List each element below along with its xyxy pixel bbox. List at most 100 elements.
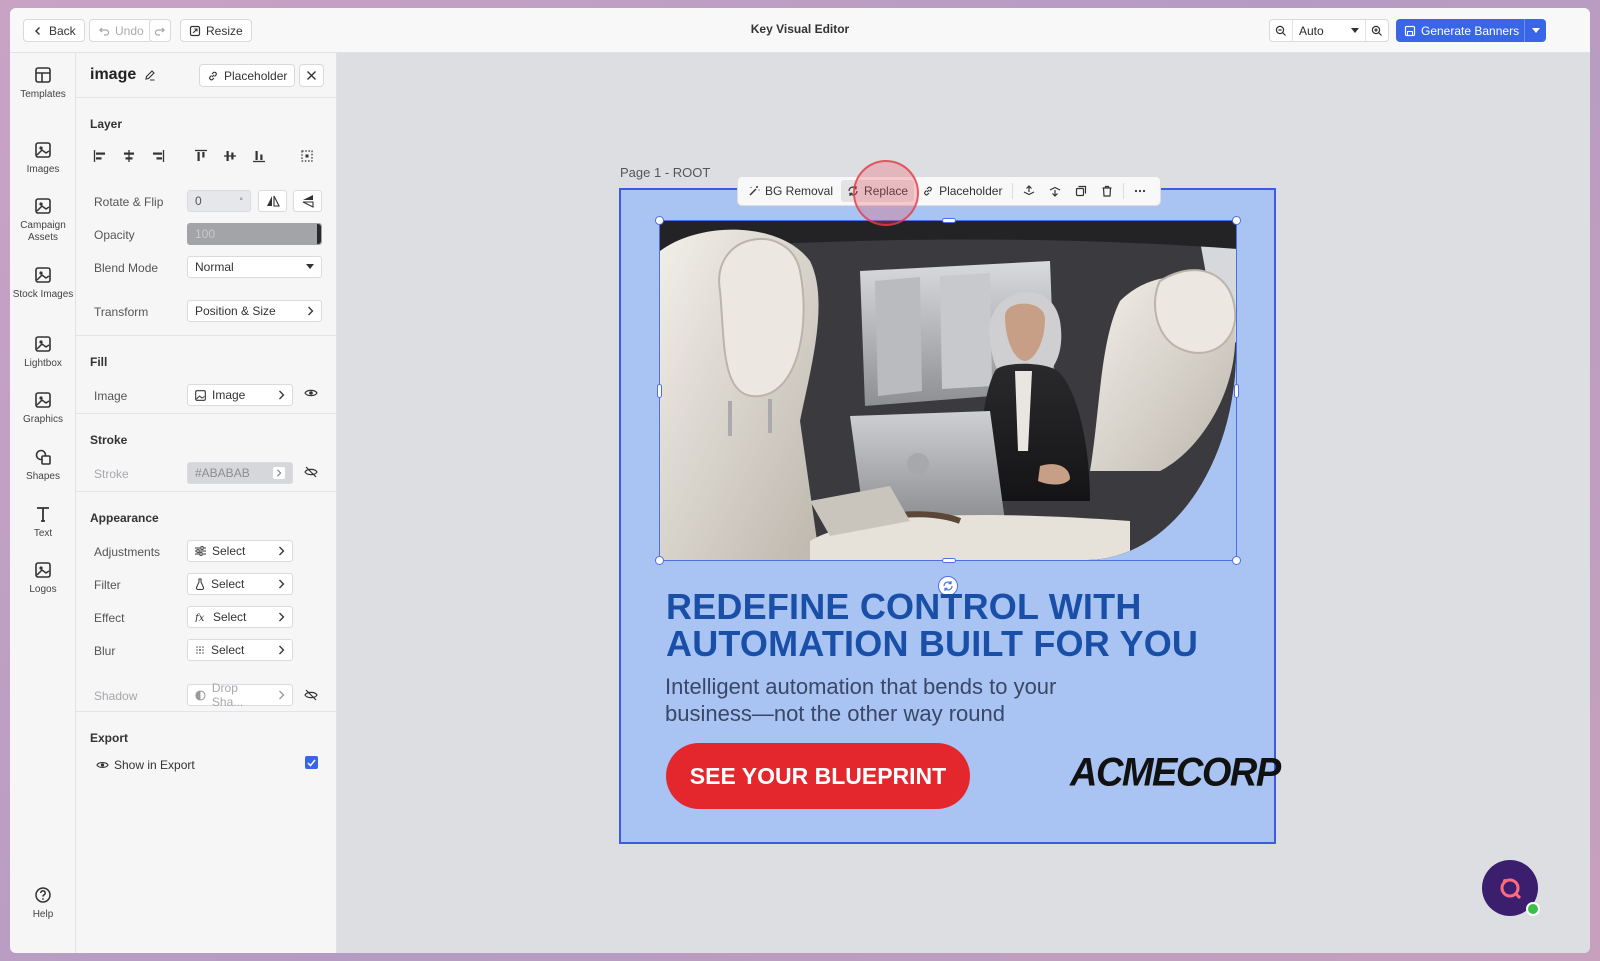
stroke-color-button[interactable]: #ABABAB [187, 462, 293, 484]
zoom-out-button[interactable] [1270, 20, 1292, 41]
top-bar: Back Undo Resize Key Visual Editor Auto [10, 8, 1590, 53]
fill-image-button[interactable]: Image [187, 384, 293, 406]
toolbar-placeholder-button[interactable]: Placeholder [916, 180, 1008, 202]
support-chat-button[interactable] [1482, 860, 1540, 916]
placeholder-button[interactable]: Placeholder [199, 64, 296, 87]
close-panel-button[interactable] [299, 64, 324, 87]
rail-item-images[interactable]: Images [10, 140, 76, 176]
adjustments-select[interactable]: Select [187, 540, 293, 562]
adjustments-label: Adjustments [94, 545, 161, 559]
distribute-button[interactable] [300, 149, 314, 163]
pencil-icon[interactable] [144, 69, 156, 81]
more-options-button[interactable] [1128, 180, 1152, 202]
transform-button[interactable]: Position & Size [187, 300, 322, 322]
rail-item-graphics[interactable]: Graphics [10, 390, 76, 426]
banner-subline[interactable]: Intelligent automation that bends to you… [665, 673, 1135, 727]
resize-handle-top[interactable] [942, 218, 956, 223]
export-section: Export Show in Export [76, 712, 336, 792]
online-status-dot [1526, 902, 1540, 916]
duplicate-button[interactable] [1069, 180, 1093, 202]
caret-down-icon [1351, 27, 1359, 33]
resize-handle-top-left[interactable] [655, 216, 664, 225]
fill-image-label: Image [94, 389, 128, 403]
image-icon [35, 267, 51, 283]
rail-item-label: Images [26, 164, 60, 175]
rail-item-templates[interactable]: Templates [10, 65, 76, 101]
generate-banners-button: Generate Banners [1396, 19, 1546, 42]
filter-label: Filter [94, 578, 121, 592]
zoom-in-button[interactable] [1366, 20, 1388, 41]
flip-vertical-button[interactable] [293, 190, 322, 212]
flip-vertical-icon [302, 195, 314, 208]
show-in-export-label: Show in Export [114, 758, 195, 772]
shadow-visibility-toggle[interactable] [304, 689, 318, 701]
bring-forward-button[interactable] [1017, 180, 1041, 202]
effect-select[interactable]: fx Select [187, 606, 293, 628]
align-bottom-button[interactable] [252, 149, 266, 163]
stroke-color-value: #ABABAB [195, 466, 250, 480]
rail-item-campaign-assets[interactable]: Campaign Assets [10, 196, 76, 244]
rotate-label: Rotate & Flip [94, 195, 164, 209]
rail-item-text[interactable]: Text [10, 504, 76, 540]
trash-icon [1102, 185, 1112, 197]
show-in-export-row: Show in Export [96, 758, 195, 772]
zoom-select[interactable]: Auto [1292, 20, 1366, 41]
layout-icon [35, 67, 51, 83]
send-backward-button[interactable] [1043, 180, 1067, 202]
bg-removal-button[interactable]: BG Removal [742, 180, 839, 202]
resize-handle-bottom-right[interactable] [1232, 556, 1241, 565]
resize-handle-bottom-left[interactable] [655, 556, 664, 565]
opacity-slider[interactable]: 100 [187, 223, 322, 245]
rail-item-label: Lightbox [24, 358, 62, 369]
shadow-select[interactable]: Drop Sha... [187, 681, 293, 709]
rail-item-lightbox[interactable]: Lightbox [10, 334, 76, 370]
placeholder-label: Placeholder [224, 68, 288, 83]
resize-handle-right[interactable] [1234, 384, 1239, 398]
image-element[interactable] [655, 216, 1241, 565]
image-icon [35, 392, 51, 408]
eye-icon [96, 762, 109, 768]
toolbar-divider [1012, 183, 1014, 199]
flip-horizontal-button[interactable] [258, 190, 287, 212]
resize-handle-top-right[interactable] [1232, 216, 1241, 225]
align-left-button[interactable] [93, 149, 107, 163]
toolbar-placeholder-label: Placeholder [939, 184, 1003, 198]
fill-visibility-toggle[interactable] [304, 388, 318, 398]
rail-item-help[interactable]: Help [10, 885, 76, 921]
align-top-button[interactable] [194, 149, 208, 163]
show-in-export-checkbox[interactable] [305, 756, 318, 769]
resize-handle-left[interactable] [657, 384, 662, 398]
opacity-handle[interactable] [317, 224, 321, 244]
rail-item-shapes[interactable]: Shapes [10, 447, 76, 483]
blend-mode-select[interactable]: Normal [187, 256, 322, 278]
delete-button[interactable] [1095, 180, 1119, 202]
align-center-h-button[interactable] [122, 149, 136, 163]
appearance-section: Appearance Adjustments Select Filter Sel… [76, 492, 336, 712]
generate-banners-main[interactable]: Generate Banners [1396, 24, 1524, 38]
banner-headline[interactable]: REDEFINE CONTROL WITH AUTOMATION BUILT F… [666, 588, 1256, 662]
blur-select[interactable]: Select [187, 639, 293, 661]
properties-panel: image Placeholder Layer Rotate & Flip 0 … [76, 53, 337, 953]
photo-businesswoman-in-car [660, 221, 1236, 560]
generate-dropdown-button[interactable] [1524, 19, 1546, 42]
banner-cta-button[interactable]: SEE YOUR BLUEPRINT [666, 743, 970, 809]
car-interior-illustration [660, 221, 1236, 560]
link-icon [209, 71, 217, 80]
fill-section: Fill Image Image [76, 336, 336, 414]
rotate-value: 0 [195, 194, 202, 208]
rail-item-stock-images[interactable]: Stock Images [10, 265, 76, 301]
eye-icon [304, 389, 318, 397]
resize-handle-bottom[interactable] [942, 558, 956, 563]
rail-item-logos[interactable]: Logos [10, 560, 76, 596]
align-bottom-icon [253, 151, 265, 163]
acmecorp-logo[interactable]: ACMECORP [1070, 751, 1281, 796]
filter-select[interactable]: Select [187, 573, 293, 595]
zoom-out-icon [1275, 25, 1286, 36]
help-icon [35, 887, 51, 903]
rotate-input[interactable]: 0 ° [187, 190, 251, 212]
blend-mode-label: Blend Mode [94, 261, 159, 275]
align-right-button[interactable] [151, 149, 165, 163]
chevron-right-icon [278, 690, 285, 700]
stroke-visibility-toggle[interactable] [304, 466, 318, 478]
align-middle-button[interactable] [223, 149, 237, 163]
